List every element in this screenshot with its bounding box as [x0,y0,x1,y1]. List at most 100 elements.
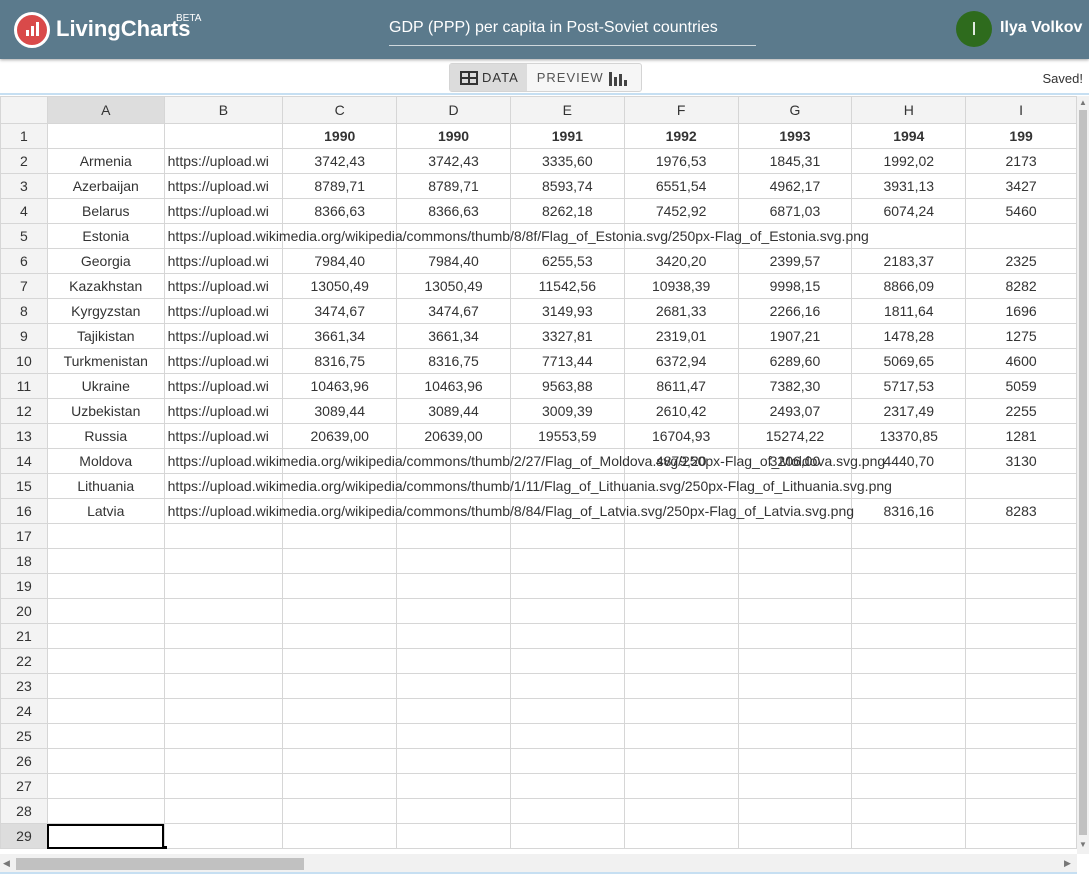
row-header[interactable]: 10 [0,348,48,374]
cell-f4[interactable]: 7452,92 [623,198,739,224]
cell-h21[interactable] [851,623,967,649]
cell-g7[interactable]: 9998,15 [737,273,853,299]
cell-h20[interactable] [851,598,967,624]
cell-h3[interactable]: 3931,13 [851,173,967,199]
cell-f19[interactable] [623,573,739,599]
row-header[interactable]: 25 [0,723,48,749]
cell-g20[interactable] [737,598,853,624]
row-header[interactable]: 15 [0,473,48,499]
cell-h23[interactable] [851,673,967,699]
cell-h25[interactable] [851,723,967,749]
cell-g27[interactable] [737,773,853,799]
scroll-up-icon[interactable]: ▲ [1079,98,1087,107]
cell-c6[interactable]: 7984,40 [282,248,398,274]
cell-f12[interactable]: 2610,42 [623,398,739,424]
cell-b3[interactable]: https://upload.wi [163,173,284,199]
cell-c4[interactable]: 8366,63 [282,198,398,224]
cell-f17[interactable] [623,523,739,549]
cell-f2[interactable]: 1976,53 [623,148,739,174]
cell-e6[interactable]: 6255,53 [509,248,625,274]
cell-f29[interactable] [623,823,739,849]
cell-g2[interactable]: 1845,31 [737,148,853,174]
cell-c13[interactable]: 20639,00 [282,423,398,449]
column-header-f[interactable]: F [623,96,739,124]
cell-d11[interactable]: 10463,96 [396,373,511,399]
cell-g1[interactable]: 1993 [737,123,853,149]
cell-b29[interactable] [163,823,284,849]
cell-a1[interactable] [46,123,165,149]
cell-f27[interactable] [623,773,739,799]
cell-f28[interactable] [623,798,739,824]
cell-d22[interactable] [396,648,511,674]
cell-b1[interactable] [163,123,284,149]
cell-e23[interactable] [509,673,625,699]
cell-b12[interactable]: https://upload.wi [163,398,284,424]
cell-f11[interactable]: 8611,47 [623,373,739,399]
cell-g18[interactable] [737,548,853,574]
cell-e1[interactable]: 1991 [509,123,625,149]
cell-a8[interactable]: Kyrgyzstan [46,298,165,324]
cell-b24[interactable] [163,698,284,724]
cell-a18[interactable] [46,548,165,574]
cell-e22[interactable] [509,648,625,674]
cell-d21[interactable] [396,623,511,649]
cell-i12[interactable]: 2255 [965,398,1077,424]
cell-i22[interactable] [965,648,1077,674]
cell-i19[interactable] [965,573,1077,599]
cell-i17[interactable] [965,523,1077,549]
cell-f20[interactable] [623,598,739,624]
cell-d17[interactable] [396,523,511,549]
cell-f24[interactable] [623,698,739,724]
cell-d6[interactable]: 7984,40 [396,248,511,274]
cell-i11[interactable]: 5059 [965,373,1077,399]
brand-name[interactable]: LivingCharts [56,16,190,42]
cell-g29[interactable] [737,823,853,849]
cell-a27[interactable] [46,773,165,799]
cell-a12[interactable]: Uzbekistan [46,398,165,424]
cell-h8[interactable]: 1811,64 [851,298,967,324]
cell-f13[interactable]: 16704,93 [623,423,739,449]
cell-d8[interactable]: 3474,67 [396,298,511,324]
cell-g12[interactable]: 2493,07 [737,398,853,424]
cell-e25[interactable] [509,723,625,749]
column-header-d[interactable]: D [396,96,511,124]
cell-a7[interactable]: Kazakhstan [46,273,165,299]
cell-c11[interactable]: 10463,96 [282,373,398,399]
cell-g10[interactable]: 6289,60 [737,348,853,374]
cell-i6[interactable]: 2325 [965,248,1077,274]
cell-i16[interactable]: 8283 [965,498,1077,524]
row-header[interactable]: 4 [0,198,48,224]
cell-h18[interactable] [851,548,967,574]
cell-b6[interactable]: https://upload.wi [163,248,284,274]
cell-c10[interactable]: 8316,75 [282,348,398,374]
cell-c28[interactable] [282,798,398,824]
row-header[interactable]: 22 [0,648,48,674]
cell-h22[interactable] [851,648,967,674]
cell-i14[interactable]: 3130 [965,448,1077,474]
vertical-scrollbar[interactable]: ▲ ▼ [1077,96,1089,854]
cell-d20[interactable] [396,598,511,624]
row-header[interactable]: 8 [0,298,48,324]
row-header[interactable]: 11 [0,373,48,399]
cell-h27[interactable] [851,773,967,799]
cell-e10[interactable]: 7713,44 [509,348,625,374]
cell-a14[interactable]: Moldova [46,448,165,474]
cell-e7[interactable]: 11542,56 [509,273,625,299]
cell-c29[interactable] [282,823,398,849]
cell-b13[interactable]: https://upload.wi [163,423,284,449]
column-header-e[interactable]: E [509,96,625,124]
row-header[interactable]: 1 [0,123,48,149]
cell-i26[interactable] [965,748,1077,774]
cell-a29[interactable] [46,823,167,849]
cell-e24[interactable] [509,698,625,724]
cell-d25[interactable] [396,723,511,749]
row-header[interactable]: 2 [0,148,48,174]
cell-d26[interactable] [396,748,511,774]
cell-f1[interactable]: 1992 [623,123,739,149]
cell-c3[interactable]: 8789,71 [282,173,398,199]
cell-b19[interactable] [163,573,284,599]
cell-g26[interactable] [737,748,853,774]
cell-a3[interactable]: Azerbaijan [46,173,165,199]
cell-f25[interactable] [623,723,739,749]
cell-c8[interactable]: 3474,67 [282,298,398,324]
